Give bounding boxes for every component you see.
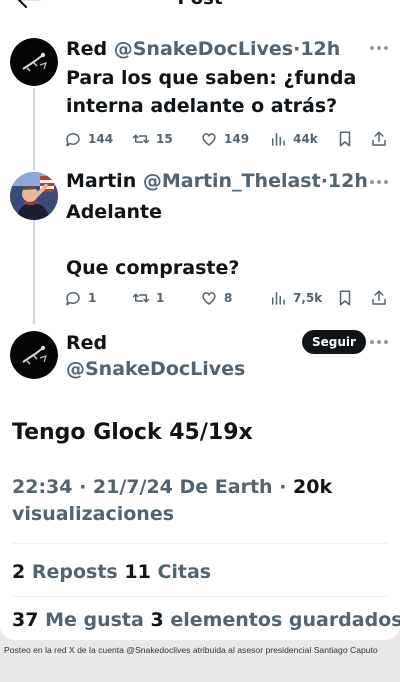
reply-count: 144 (88, 132, 114, 146)
post-time[interactable]: 12h (328, 170, 368, 192)
reply-button[interactable]: 144 (64, 129, 113, 149)
avatar-red[interactable] (10, 38, 58, 86)
main-author-handle[interactable]: @SnakeDocLives (66, 356, 245, 382)
author-handle[interactable]: @Martin_Thelast (143, 170, 321, 192)
stats-row: 2 Reposts 11 Citas (12, 559, 211, 585)
views-icon (272, 133, 285, 146)
post-card: Post Red @SnakeDocLives·12h Para los que… (0, 0, 400, 640)
author-handle[interactable]: @SnakeDocLives (114, 38, 293, 60)
post-datetime[interactable]: 22:34 · 21/7/24 De Earth · (12, 476, 293, 498)
header-bar: Post (0, 0, 400, 14)
like-button[interactable]: 149 (200, 129, 249, 149)
like-icon (202, 292, 216, 305)
post-time[interactable]: 12h (300, 38, 340, 60)
more-icon[interactable] (370, 340, 388, 346)
tweet-header: Martin @Martin_Thelast·12h (66, 168, 368, 194)
bookmark-icon (339, 131, 351, 147)
separator-dot: · (320, 170, 328, 192)
bookmark-icon (339, 290, 351, 306)
views-button[interactable]: 44k (269, 129, 318, 149)
reply-button[interactable]: 1 (64, 288, 96, 308)
bookmark-button[interactable] (336, 129, 354, 149)
thread-line (33, 218, 35, 324)
more-icon[interactable] (370, 180, 388, 186)
thread-line (33, 88, 35, 170)
likes-count: 37 (12, 609, 39, 631)
reposts-stat[interactable]: 2 Reposts (12, 561, 118, 583)
author-name[interactable]: Red (66, 38, 107, 60)
author-name[interactable]: Martin (66, 170, 136, 192)
avatar-red[interactable] (10, 331, 58, 379)
likes-stat[interactable]: 37 Me gusta (12, 609, 144, 631)
repost-count: 1 (156, 291, 165, 305)
main-author-name[interactable]: Red (66, 330, 107, 356)
reposts-count: 2 (12, 561, 26, 583)
share-button[interactable] (370, 288, 388, 308)
quotes-count: 11 (124, 561, 151, 583)
like-button[interactable]: 8 (200, 288, 232, 308)
reposts-label: Reposts (31, 561, 118, 583)
bookmark-button[interactable] (336, 288, 354, 308)
divider (12, 596, 388, 597)
bookmarks-label: elementos guardados (170, 609, 400, 631)
image-caption: Posteo en la red X de la cuenta @Snakedo… (4, 645, 378, 655)
tweet-actions: 144 15 149 44k (64, 129, 394, 149)
more-icon[interactable] (370, 46, 388, 52)
tweet-header: Red @SnakeDocLives·12h (66, 36, 340, 62)
repost-count: 15 (156, 132, 173, 146)
share-icon (372, 290, 386, 305)
views-count: 44k (293, 132, 318, 146)
reply-icon (66, 291, 80, 306)
likes-label: Me gusta (45, 609, 144, 631)
reply-count: 1 (88, 291, 97, 305)
divider (12, 543, 388, 544)
tweet-actions: 1 1 8 7,5k (64, 288, 394, 308)
stats-row: 37 Me gusta 3 elementos guardados (12, 607, 400, 633)
views-icon (272, 292, 285, 305)
views-label: visualizaciones (12, 503, 175, 525)
views-count: 7,5k (293, 291, 323, 305)
repost-button[interactable]: 1 (132, 288, 164, 308)
follow-button[interactable]: Seguir (302, 330, 366, 354)
views-button[interactable]: 7,5k (269, 288, 322, 308)
tweet-text-line: interna adelante o atrás? (66, 95, 338, 117)
views-count: 20k (293, 476, 333, 498)
bookmarks-stat[interactable]: 3 elementos guardados (150, 609, 400, 631)
avatar-martin[interactable] (10, 172, 58, 220)
like-icon (202, 133, 216, 146)
quotes-stat[interactable]: 11 Citas (124, 561, 211, 583)
header-title: Post (0, 0, 400, 10)
repost-icon (132, 293, 150, 303)
like-count: 149 (224, 132, 250, 146)
share-icon (372, 131, 386, 146)
post-meta: 22:34 · 21/7/24 De Earth · 20k visualiza… (12, 474, 392, 528)
tweet-text-line: Para los que saben: ¿funda (66, 67, 357, 89)
like-count: 8 (224, 291, 233, 305)
tweet-text: Adelante (66, 201, 163, 223)
tweet-text: Que compraste? (66, 257, 240, 279)
tweet-text: Para los que saben: ¿funda interna adela… (66, 64, 386, 120)
repost-button[interactable]: 15 (132, 129, 173, 149)
repost-icon (132, 134, 150, 144)
share-button[interactable] (370, 129, 388, 149)
bookmarks-count: 3 (150, 609, 164, 631)
reply-icon (66, 132, 80, 147)
main-post-text: Tengo Glock 45/19x (12, 420, 253, 445)
quotes-label: Citas (157, 561, 212, 583)
